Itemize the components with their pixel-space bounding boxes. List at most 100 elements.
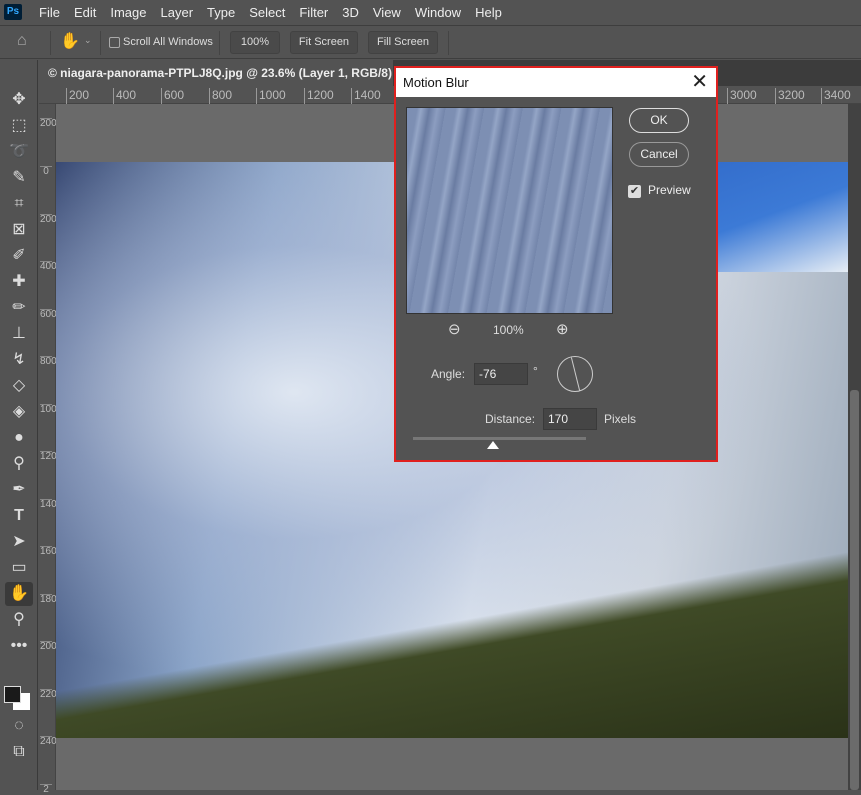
marquee-tool-icon[interactable]: ⬚ xyxy=(5,114,33,138)
distance-slider-track[interactable] xyxy=(413,437,586,440)
menu-edit[interactable]: Edit xyxy=(67,5,103,20)
hand-tool-icon: ✋ xyxy=(60,33,80,50)
pen-tool-icon[interactable]: ✒ xyxy=(5,478,33,502)
ruler-label: 1000 xyxy=(256,88,286,104)
angle-input[interactable]: -76 xyxy=(474,363,528,385)
fill-screen-button[interactable]: Fill Screen xyxy=(368,31,438,54)
document-tab[interactable]: © niagara-panorama-PTPLJ8Q.jpg @ 23.6% (… xyxy=(39,60,418,86)
angle-dial[interactable] xyxy=(557,356,593,392)
eraser-tool-icon[interactable]: ◇ xyxy=(5,374,33,398)
menu-file[interactable]: File xyxy=(32,5,67,20)
crop-tool-icon[interactable]: ⌗ xyxy=(5,192,33,216)
fit-screen-button[interactable]: Fit Screen xyxy=(290,31,358,54)
path-selection-tool-icon[interactable]: ➤ xyxy=(5,530,33,554)
zoom-in-icon[interactable]: ⊕ xyxy=(556,320,569,338)
move-tool-icon[interactable]: ✥ xyxy=(5,88,33,112)
menu-window[interactable]: Window xyxy=(408,5,468,20)
angle-label: Angle: xyxy=(431,367,466,381)
stamp-tool-icon[interactable]: ⊥ xyxy=(5,322,33,346)
ruler-label: 1400 xyxy=(351,88,381,104)
ruler-label: 400 xyxy=(40,261,57,272)
ruler-label: 1400 xyxy=(40,499,63,510)
menu-select[interactable]: Select xyxy=(242,5,292,20)
menu-view[interactable]: View xyxy=(366,5,408,20)
document-tab-title: © niagara-panorama-PTPLJ8Q.jpg @ 23.6% (… xyxy=(48,66,400,80)
ruler-label: 800 xyxy=(209,88,232,104)
ruler-label: 600 xyxy=(40,309,57,320)
quick-mask-icon[interactable]: ◌ xyxy=(5,714,33,738)
blur-tool-icon[interactable]: ● xyxy=(5,426,33,450)
zoom-tool-icon[interactable]: ⚲ xyxy=(5,608,33,632)
ruler-label: 3200 xyxy=(775,88,805,104)
dialog-title-bar[interactable]: Motion Blur ✕ xyxy=(396,68,716,97)
type-tool-icon[interactable]: T xyxy=(5,504,33,528)
dialog-title: Motion Blur xyxy=(403,75,469,90)
ruler-label: 400 xyxy=(113,88,136,104)
scrollbar-thumb[interactable] xyxy=(850,390,859,790)
degree-symbol: ° xyxy=(533,364,538,378)
preview-zoom-level: 100% xyxy=(493,323,524,337)
divider xyxy=(219,31,220,55)
eyedropper-tool-icon[interactable]: ✐ xyxy=(5,244,33,268)
history-brush-tool-icon[interactable]: ↯ xyxy=(5,348,33,372)
ruler-label: 1200 xyxy=(40,451,63,462)
angle-dial-needle xyxy=(570,357,581,391)
hand-tool-icon[interactable]: ✋ xyxy=(5,582,33,606)
ruler-label: 3400 xyxy=(821,88,851,104)
divider xyxy=(100,31,101,55)
rectangle-tool-icon[interactable]: ▭ xyxy=(5,556,33,580)
ruler-label: 0 xyxy=(40,166,52,177)
options-bar: ⌂ ✋ ⌄ Scroll All Windows 100% Fit Screen… xyxy=(0,25,861,59)
chevron-down-icon[interactable]: ⌄ xyxy=(84,35,92,46)
menu-filter[interactable]: Filter xyxy=(292,5,335,20)
divider xyxy=(448,31,449,55)
distance-unit: Pixels xyxy=(604,412,637,426)
home-icon[interactable]: ⌂ xyxy=(17,32,27,50)
ruler-label: 600 xyxy=(161,88,184,104)
photoshop-logo: Ps xyxy=(4,4,22,20)
ruler-label: 3000 xyxy=(727,88,757,104)
zoom-out-icon[interactable]: ⊖ xyxy=(448,320,461,338)
frame-tool-icon[interactable]: ⊠ xyxy=(5,218,33,242)
menu-layer[interactable]: Layer xyxy=(154,5,201,20)
preview-checkbox[interactable]: ✔ xyxy=(628,185,641,198)
ruler-label: 1200 xyxy=(304,88,334,104)
menu-type[interactable]: Type xyxy=(200,5,242,20)
vertical-ruler: 200 0 200 400 600 800 1000 1200 1400 160… xyxy=(39,104,63,795)
preview-label: Preview xyxy=(648,183,691,197)
ok-button[interactable]: OK xyxy=(629,108,689,133)
zoom-100-button[interactable]: 100% xyxy=(230,31,280,54)
menu-help[interactable]: Help xyxy=(468,5,509,20)
healing-brush-tool-icon[interactable]: ✚ xyxy=(5,270,33,294)
brush-tool-icon[interactable]: ✏ xyxy=(5,296,33,320)
lasso-tool-icon[interactable]: ➰ xyxy=(5,140,33,164)
motion-blur-dialog: Motion Blur ✕ OK Cancel ✔ Preview ⊖ 100%… xyxy=(394,66,718,462)
scroll-all-label: Scroll All Windows xyxy=(123,36,213,48)
close-icon[interactable]: ✕ xyxy=(691,68,708,96)
ruler-label: 1600 xyxy=(40,546,63,557)
ruler-label: 2200 xyxy=(40,689,63,700)
magic-wand-tool-icon[interactable]: ✎ xyxy=(5,166,33,190)
ruler-label: 1800 xyxy=(40,594,63,605)
menu-3d[interactable]: 3D xyxy=(335,5,366,20)
dodge-tool-icon[interactable]: ⚲ xyxy=(5,452,33,476)
ruler-label: 200 xyxy=(40,118,57,129)
more-tools-icon[interactable]: ••• xyxy=(5,634,33,658)
foreground-color-swatch[interactable] xyxy=(4,686,21,703)
menu-bar: Ps File Edit Image Layer Type Select Fil… xyxy=(0,0,861,24)
scroll-all-checkbox[interactable] xyxy=(109,37,120,48)
distance-input[interactable]: 170 xyxy=(543,408,597,430)
ruler-label: 2000 xyxy=(40,641,63,652)
ruler-label: 2400 xyxy=(40,736,63,747)
ruler-label: 1000 xyxy=(40,404,63,415)
cancel-button[interactable]: Cancel xyxy=(629,142,689,167)
ruler-label: 200 xyxy=(66,88,89,104)
screen-mode-icon[interactable]: ⧉ xyxy=(5,740,33,764)
filter-preview[interactable] xyxy=(406,107,613,314)
paint-bucket-tool-icon[interactable]: ◈ xyxy=(5,400,33,424)
ruler-label: 800 xyxy=(40,356,57,367)
ruler-label: 200 xyxy=(40,214,57,225)
distance-slider-thumb[interactable] xyxy=(486,441,499,449)
menu-image[interactable]: Image xyxy=(103,5,153,20)
distance-label: Distance: xyxy=(485,412,536,426)
